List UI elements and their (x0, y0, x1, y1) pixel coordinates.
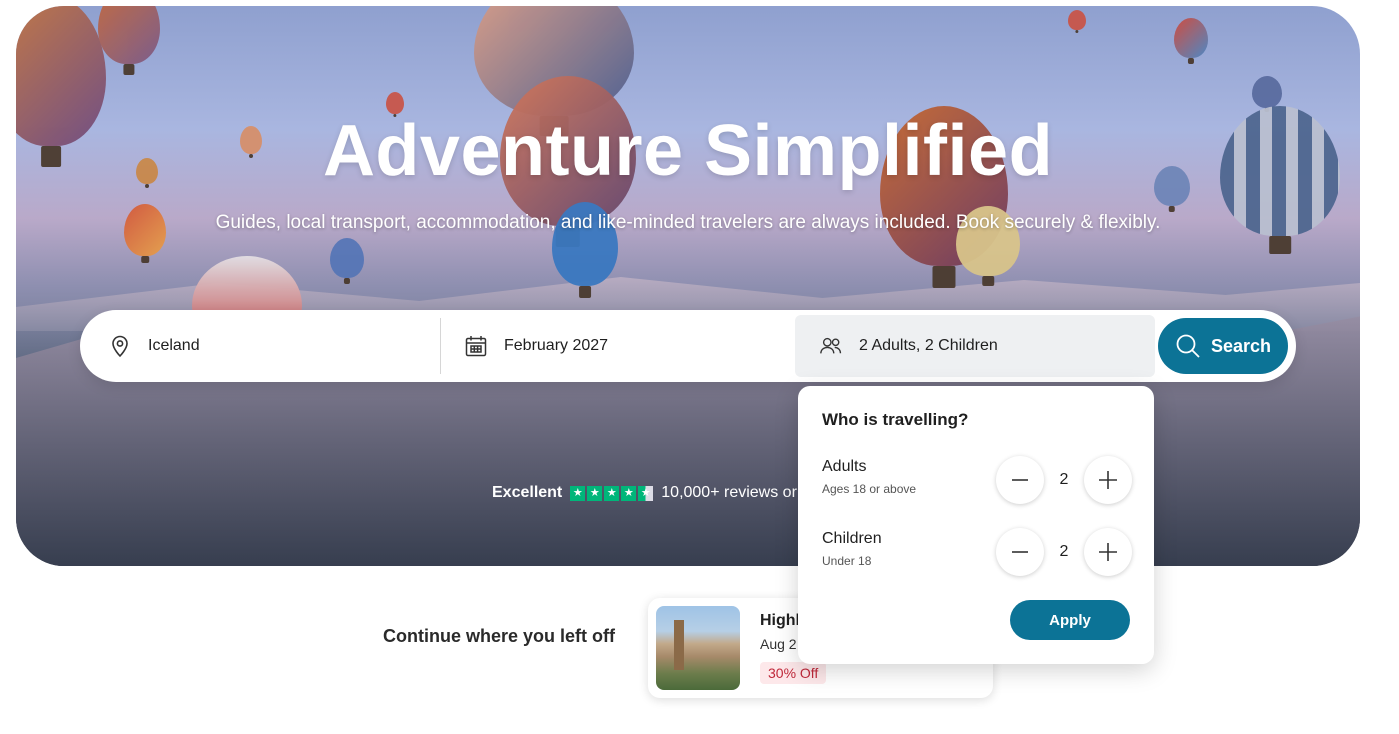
date-field[interactable]: February 2027 (464, 310, 784, 382)
children-stepper: 2 (996, 528, 1132, 576)
plus-icon (1099, 543, 1117, 561)
travellers-field[interactable]: 2 Adults, 2 Children (795, 315, 1155, 377)
travellers-value: 2 Adults, 2 Children (859, 337, 998, 354)
page: Adventure Simplified Guides, local trans… (0, 0, 1399, 734)
balloon-decoration (98, 6, 160, 64)
balloon-decoration (1252, 76, 1282, 108)
search-icon (1175, 333, 1201, 359)
search-button-label: Search (1210, 335, 1272, 356)
hero-banner: Adventure Simplified Guides, local trans… (16, 6, 1360, 566)
adults-stepper: 2 (996, 456, 1132, 504)
destination-field[interactable]: Iceland (108, 310, 438, 382)
trip-date: Aug 2 (760, 636, 797, 652)
children-label: Children (822, 530, 882, 547)
balloon-decoration (1068, 10, 1086, 30)
discount-badge: 30% Off (760, 662, 827, 684)
apply-button[interactable]: Apply (1010, 600, 1130, 640)
balloon-decoration (1174, 18, 1208, 58)
minus-icon (1012, 551, 1028, 553)
trip-title: Highl (760, 612, 800, 629)
children-count: 2 (1059, 543, 1069, 560)
hero-title: Adventure Simplified (322, 111, 1054, 191)
minus-icon (1012, 479, 1028, 481)
thumbnail-tower-shape (674, 620, 684, 670)
adults-sublabel: Ages 18 or above (822, 482, 917, 496)
children-decrement-button[interactable] (996, 528, 1044, 576)
search-button[interactable]: Search (1158, 318, 1288, 374)
adults-label: Adults (822, 458, 867, 475)
continue-heading: Continue where you left off (383, 626, 615, 646)
adults-decrement-button[interactable] (996, 456, 1044, 504)
reviews-count: 10,000+ reviews or (661, 484, 797, 501)
star-half-icon: ★ (638, 485, 654, 501)
adults-count: 2 (1059, 471, 1069, 488)
trustpilot-rating[interactable]: Excellent ★ ★ ★ ★ ★ 10,000+ reviews or (492, 484, 797, 502)
star-icon: ★ (587, 485, 603, 501)
balloon-decoration (330, 238, 364, 278)
adults-row: Adults Ages 18 or above 2 (822, 456, 1132, 504)
location-pin-icon (108, 334, 132, 358)
field-divider (440, 318, 441, 374)
children-sublabel: Under 18 (822, 554, 872, 568)
search-bar: Iceland February 2027 2 Adults, 2 Childr… (80, 310, 1296, 382)
travellers-popover: Who is travelling? Adults Ages 18 or abo… (798, 386, 1154, 664)
destination-value: Iceland (148, 337, 200, 354)
children-increment-button[interactable] (1084, 528, 1132, 576)
star-icon: ★ (570, 485, 586, 501)
popover-heading: Who is travelling? (822, 410, 969, 429)
trip-thumbnail (656, 606, 740, 690)
children-row: Children Under 18 2 (822, 528, 1132, 576)
star-icon: ★ (621, 485, 637, 501)
people-icon (819, 334, 843, 358)
date-value: February 2027 (504, 337, 609, 354)
rating-label: Excellent (492, 484, 563, 501)
calendar-icon (464, 334, 488, 358)
hero-subtitle: Guides, local transport, accommodation, … (215, 212, 1161, 233)
rating-stars: ★ ★ ★ ★ ★ (570, 485, 654, 501)
adults-increment-button[interactable] (1084, 456, 1132, 504)
plus-icon (1099, 471, 1117, 489)
star-icon: ★ (604, 485, 620, 501)
